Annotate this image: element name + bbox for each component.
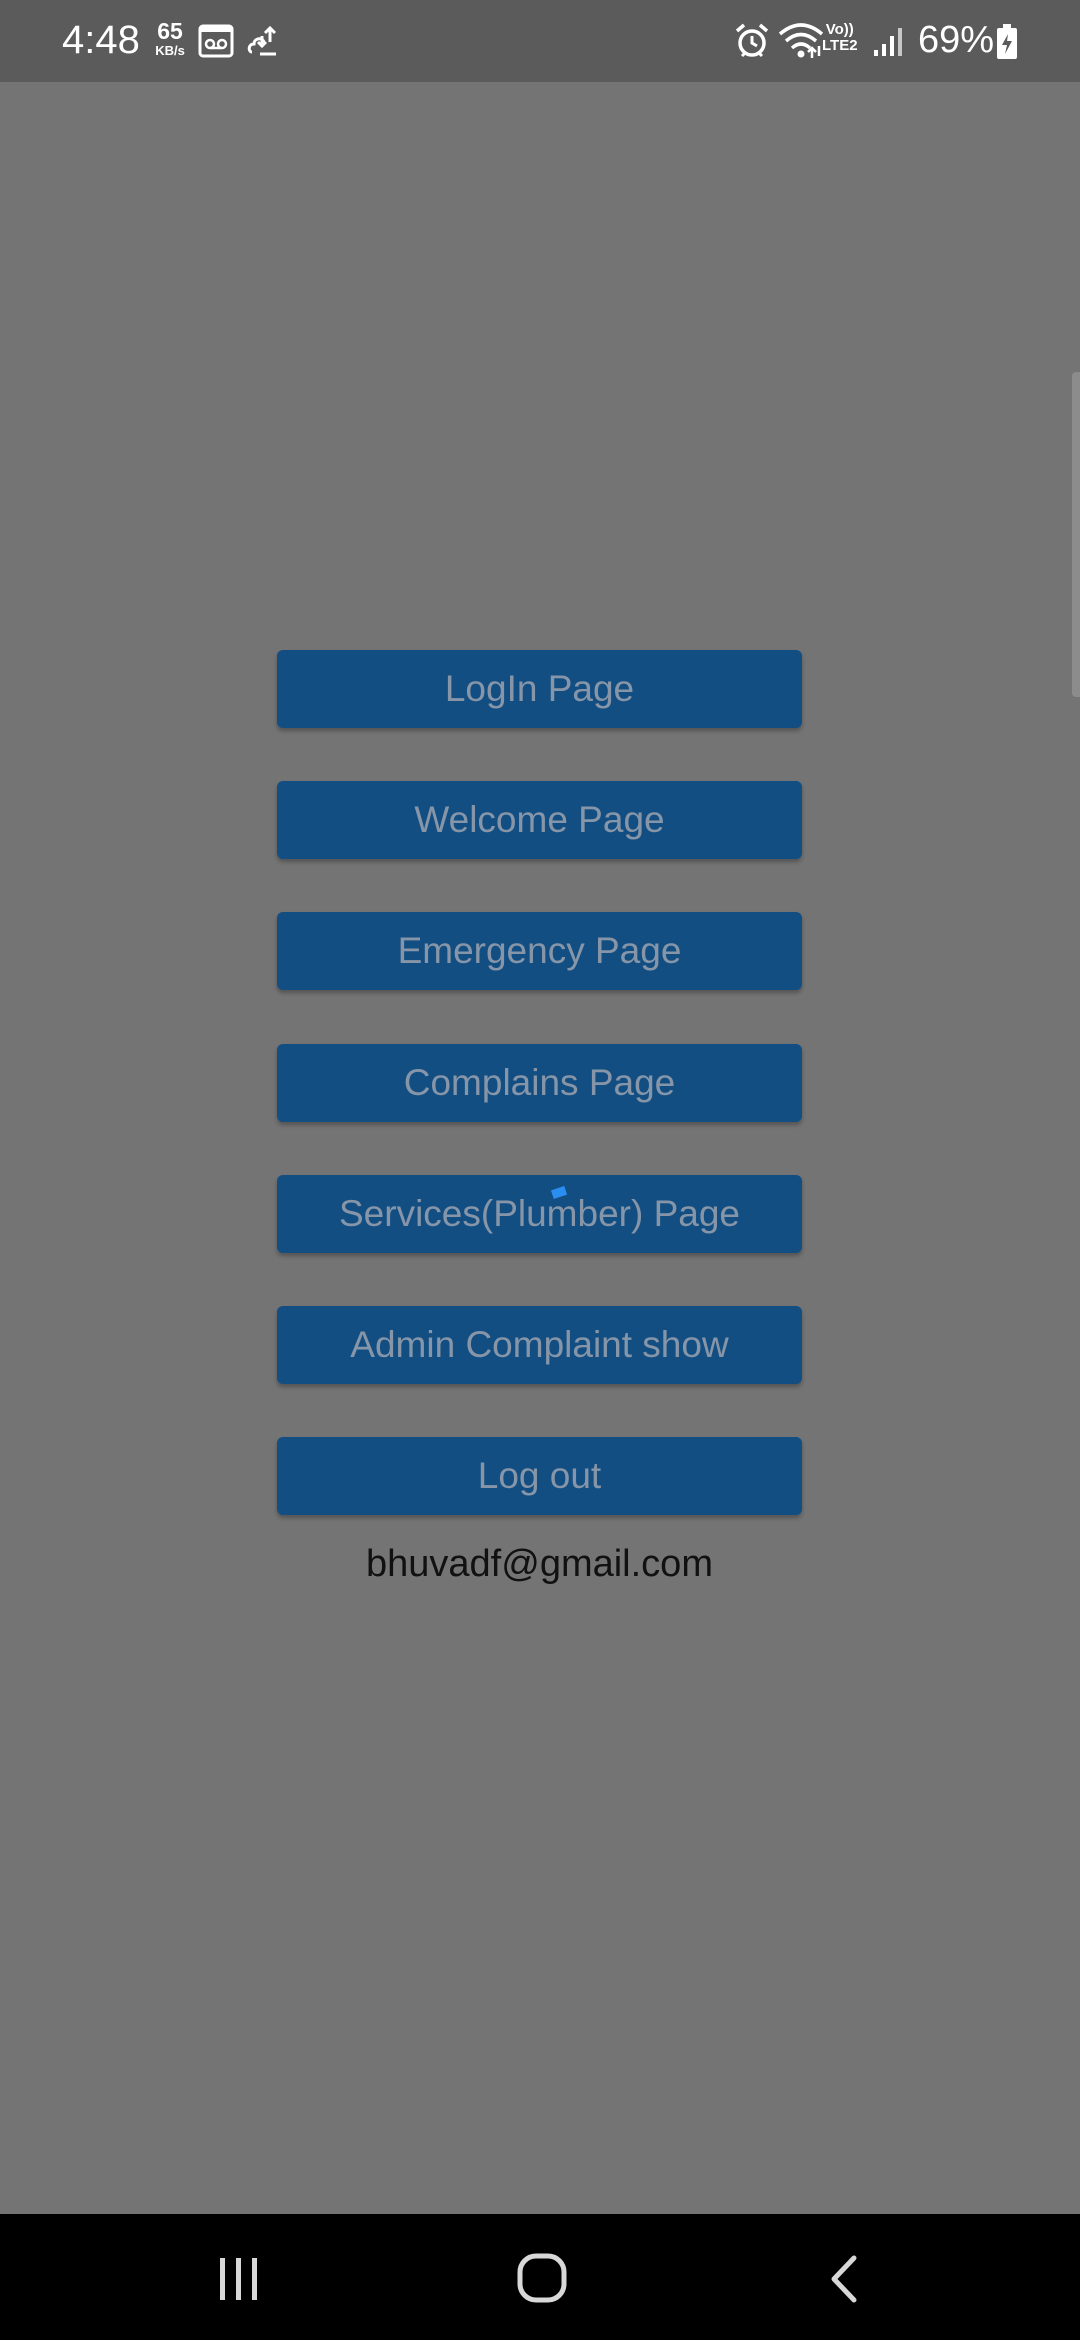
status-time: 4:48: [62, 18, 140, 62]
status-bar: 4:48 65 KB/s Vo)) LTE2 69%: [0, 0, 1080, 82]
lte-label: LTE2: [822, 37, 858, 54]
battery-percentage: 69%: [918, 19, 995, 61]
navigation-bar: [0, 2214, 1080, 2340]
app-content: [0, 82, 1080, 2214]
network-speed-unit: KB/s: [155, 43, 185, 58]
emergency-page-button[interactable]: Emergency Page: [277, 912, 802, 990]
scrollbar[interactable]: [1072, 372, 1080, 697]
signal-icon: [874, 28, 902, 56]
login-page-button[interactable]: LogIn Page: [277, 650, 802, 728]
recent-apps-icon[interactable]: [214, 2256, 264, 2302]
back-icon[interactable]: [826, 2254, 862, 2304]
alarm-icon: [735, 23, 769, 58]
user-email: bhuvadf@gmail.com: [366, 1543, 713, 1585]
cloud-sync-icon: [247, 25, 277, 56]
volte-label: Vo)): [825, 21, 854, 38]
logout-button[interactable]: Log out: [277, 1437, 802, 1515]
network-type-label: Vo)) LTE2: [822, 22, 858, 54]
wifi-icon: [778, 23, 824, 58]
admin-complaint-show-button[interactable]: Admin Complaint show: [277, 1306, 802, 1384]
services-plumber-page-button[interactable]: Services(Plumber) Page: [277, 1175, 802, 1253]
home-icon[interactable]: [516, 2252, 568, 2304]
welcome-page-button[interactable]: Welcome Page: [277, 781, 802, 859]
voicemail-icon: [198, 24, 234, 58]
complains-page-button[interactable]: Complains Page: [277, 1044, 802, 1122]
network-speed-value: 65: [157, 18, 183, 44]
battery-charging-icon: [997, 24, 1017, 59]
network-speed-indicator: 65 KB/s: [150, 18, 190, 58]
